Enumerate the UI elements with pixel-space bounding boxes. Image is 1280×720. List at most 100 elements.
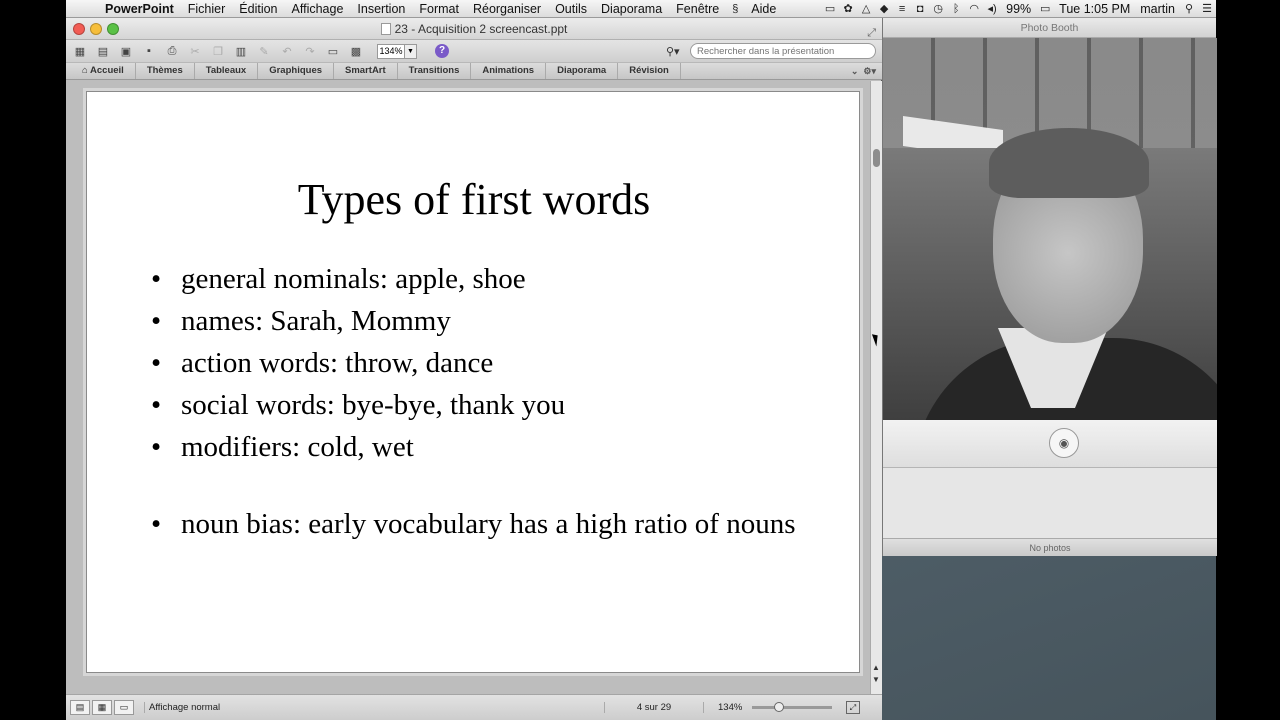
sync-icon[interactable]: ✿ [839,2,857,15]
photobooth-controls: ◉ [883,420,1217,468]
battery-icon[interactable]: ▭ [1036,2,1054,15]
webcam-preview [883,38,1217,420]
slideshow-icon[interactable]: ▩ [348,44,364,59]
zoom-slider[interactable] [752,702,832,712]
open-icon[interactable]: ▣ [118,44,134,59]
tab-smartart[interactable]: SmartArt [334,63,398,79]
zoom-dropdown-icon[interactable]: ▼ [405,43,417,59]
tab-graphiques[interactable]: Graphiques [258,63,335,79]
new-icon[interactable]: ▦ [72,44,88,59]
menu-diaporama[interactable]: Diaporama [594,2,669,16]
spotlight-icon[interactable]: ⚲ [1180,2,1198,15]
scroll-thumb[interactable] [873,149,880,167]
photobooth-title: Photo Booth [883,18,1216,38]
tab-revision[interactable]: Révision [618,63,681,79]
script-icon[interactable]: § [726,3,744,15]
menu-insertion[interactable]: Insertion [350,2,412,16]
search-input[interactable] [690,43,876,59]
window-titlebar: 23 - Acquisition 2 screencast.ppt ⤢ [66,18,882,40]
zoom-button[interactable] [107,23,119,35]
bullet-item: noun bias: early vocabulary has a high r… [151,507,831,542]
search-icon[interactable]: ⚲▾ [666,45,690,58]
ribbon-options-icon[interactable]: ⌄ ⚙▾ [851,66,876,77]
templates-icon[interactable]: ▤ [95,44,111,59]
tab-animations[interactable]: Animations [471,63,547,79]
view-label: Affichage normal [144,702,604,713]
slide-stage: Types of first words general nominals: a… [66,81,870,691]
menu-affichage[interactable]: Affichage [285,2,351,16]
drive-icon[interactable]: △ [857,2,875,15]
search-box: ⚲▾ [666,43,876,59]
save-icon[interactable]: ▪ [141,44,157,59]
tab-tableaux[interactable]: Tableaux [195,63,259,79]
letterbox-left [0,0,66,720]
home-icon: ⌂ [82,65,91,76]
document-icon [380,23,391,35]
menu-fichier[interactable]: Fichier [181,2,233,16]
sorter-view-icon[interactable]: ▦ [92,700,112,715]
undo-icon[interactable]: ↶ [279,44,295,59]
bullet-item: social words: bye-bye, thank you [151,388,831,423]
camera-icon[interactable]: ◉ [1049,428,1079,458]
menubar-clock[interactable]: Tue 1:05 PM [1054,2,1135,16]
page-indicator: 4 sur 29 [604,702,704,713]
fit-window-icon[interactable]: ⤢ [846,701,860,714]
help-icon[interactable]: ? [435,44,449,58]
menubar: PowerPoint Fichier Édition Affichage Ins… [66,0,1216,18]
menubar-user[interactable]: martin [1135,2,1180,16]
zoom-slider-knob[interactable] [774,702,784,712]
standard-toolbar: ▦ ▤ ▣ ▪ ⎙ ✂ ❐ ▥ ✎ ↶ ↷ ▭ ▩ 134% ▼ ? ⚲▾ [66,40,882,62]
time-machine-icon[interactable]: ◷ [929,2,947,15]
normal-view-icon[interactable]: ▤ [70,700,90,715]
dropbox-icon[interactable]: ◆ [875,2,893,15]
slide-canvas[interactable]: Types of first words general nominals: a… [86,91,860,673]
next-slide-icon[interactable]: ▼ [872,675,880,684]
tab-transitions[interactable]: Transitions [398,63,472,79]
redo-icon[interactable]: ↷ [302,44,318,59]
letterbox-right [1216,0,1280,720]
menu-outils[interactable]: Outils [548,2,594,16]
wifi-icon[interactable]: ◠ [965,2,983,15]
vertical-scrollbar[interactable]: ▲ ▼ [870,81,882,701]
bullet-item: names: Sarah, Mommy [151,304,831,339]
zoom-field[interactable]: 134% [377,43,405,59]
close-button[interactable] [73,23,85,35]
notification-icon[interactable]: ☰ [1198,2,1216,15]
photobooth-window: Photo Booth ◉ No photos [882,18,1217,556]
photo-strip [883,468,1217,538]
menu-aide[interactable]: Aide [744,2,783,16]
tab-accueil[interactable]: ⌂ Accueil [66,63,136,79]
menu-reorganiser[interactable]: Réorganiser [466,2,548,16]
tab-themes[interactable]: Thèmes [136,63,195,79]
slide-icon[interactable]: ▭ [325,44,341,59]
window-icon[interactable]: ▭ [821,2,839,15]
cut-icon[interactable]: ✂ [187,44,203,59]
paste-icon[interactable]: ▥ [233,44,249,59]
slideshow-view-icon[interactable]: ▭ [114,700,134,715]
bullet-item: action words: throw, dance [151,346,831,381]
window-title: 23 - Acquisition 2 screencast.ppt [394,22,568,36]
slide-bullets[interactable]: general nominals: apple, shoe names: Sar… [151,262,831,549]
photobooth-status: No photos [883,538,1217,556]
format-painter-icon[interactable]: ✎ [256,44,272,59]
bluetooth-icon[interactable]: ᛒ [947,3,965,15]
minimize-button[interactable] [90,23,102,35]
menu-fenetre[interactable]: Fenêtre [669,2,726,16]
ribbon-tabs: ⌂ Accueil Thèmes Tableaux Graphiques Sma… [66,62,882,80]
print-icon[interactable]: ⎙ [164,44,180,59]
shield-icon[interactable]: ◘ [911,3,929,15]
copy-icon[interactable]: ❐ [210,44,226,59]
status-bar: ▤ ▦ ▭ Affichage normal 4 sur 29 134% ⤢ [66,694,882,720]
volume-icon[interactable]: ◂) [983,2,1001,15]
menu-edition[interactable]: Édition [232,2,284,16]
tab-accueil-label: Accueil [90,65,124,76]
menu-app[interactable]: PowerPoint [98,2,181,16]
tab-diaporama[interactable]: Diaporama [546,63,619,79]
menu-format[interactable]: Format [412,2,466,16]
traffic-lights [73,23,119,35]
notes-icon[interactable]: ≡ [893,3,911,15]
battery-percent[interactable]: 99% [1001,2,1036,16]
prev-slide-icon[interactable]: ▲ [872,663,880,672]
slide-title[interactable]: Types of first words [87,174,861,225]
bullet-item: modifiers: cold, wet [151,430,831,465]
